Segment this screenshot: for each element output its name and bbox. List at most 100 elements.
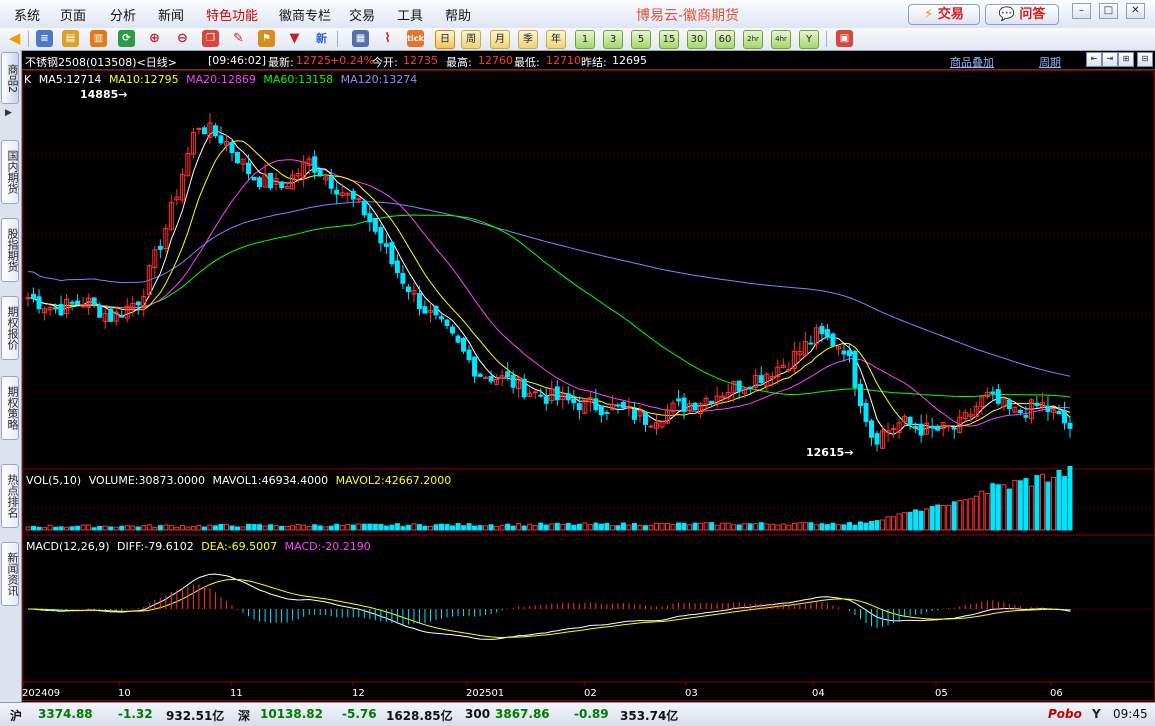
period-custom[interactable]: Y — [799, 30, 819, 49]
candle-body — [229, 142, 235, 154]
menu-features[interactable]: 特色功能 — [206, 5, 258, 24]
tab-commodity[interactable]: 商品2 — [1, 52, 19, 104]
volume-bar — [979, 490, 985, 531]
tab-option-quotes[interactable]: 期权报价 — [1, 296, 19, 360]
layers-icon[interactable]: ≡ — [36, 30, 53, 47]
tab-hot-ranking[interactable]: 热点排名 — [1, 464, 19, 528]
menu-help[interactable]: 帮助 — [445, 5, 471, 24]
volume-bar — [1012, 479, 1018, 531]
tab-domestic-futures[interactable]: 国内期货 — [1, 140, 19, 204]
volume-bar — [422, 525, 428, 531]
period-quarter[interactable]: 季 — [518, 30, 538, 49]
volume-bar — [995, 484, 1001, 531]
ask-button[interactable]: 💬 问答 — [985, 4, 1059, 25]
tick-icon[interactable]: tick — [407, 30, 424, 47]
layout-icon[interactable]: ▣ — [836, 30, 853, 47]
pan-right-button[interactable]: ⇥ — [1102, 52, 1118, 67]
volume-bar — [69, 526, 75, 531]
ask-button-label: 问答 — [1019, 7, 1046, 22]
zoom-in-icon[interactable]: ⊕ — [146, 30, 163, 47]
period-15min[interactable]: 15 — [659, 30, 679, 49]
menu-trade[interactable]: 交易 — [349, 5, 375, 24]
refresh-icon[interactable]: ⟳ — [118, 30, 135, 47]
volume-bar — [185, 526, 191, 531]
period-3min[interactable]: 3 — [603, 30, 623, 49]
volume-bar — [483, 525, 489, 531]
menu-news[interactable]: 新闻 — [158, 5, 184, 24]
candle-body — [709, 400, 715, 404]
period-week[interactable]: 周 — [461, 30, 481, 49]
volume-bar — [615, 525, 621, 531]
period-5min[interactable]: 5 — [631, 30, 651, 49]
pan-left-button[interactable]: ⇤ — [1086, 52, 1102, 67]
volume-bar — [929, 506, 935, 531]
maximize-button[interactable]: □ — [1099, 3, 1118, 19]
volume-bar — [902, 512, 908, 531]
sidebar-arrow-icon[interactable]: ▶ — [5, 108, 12, 118]
menu-system[interactable]: 系统 — [14, 5, 40, 24]
volume-bar — [731, 524, 737, 531]
minimize-button[interactable]: – — [1072, 3, 1091, 19]
menu-tools[interactable]: 工具 — [397, 5, 423, 24]
trade-button[interactable]: ⚡ 交易 — [908, 4, 980, 25]
volume-bar — [1050, 476, 1056, 531]
volume-bar — [257, 524, 263, 531]
menu-analysis[interactable]: 分析 — [110, 5, 136, 24]
volume-bar — [891, 516, 897, 531]
zoom-out-button[interactable]: ⊟ — [1137, 52, 1153, 67]
period-30min[interactable]: 30 — [687, 30, 707, 49]
candle-body — [598, 405, 604, 416]
menu-huishang-column[interactable]: 徽商专栏 — [279, 5, 331, 24]
table-icon[interactable]: ▦ — [352, 30, 369, 47]
period-2hr[interactable]: 2hr — [743, 30, 763, 49]
new-icon[interactable]: 新 — [313, 30, 330, 47]
volume-bar — [659, 522, 665, 531]
volume-bar — [367, 523, 373, 531]
tab-news[interactable]: 新闻资讯 — [1, 542, 19, 606]
prev-settle-label: 昨结: — [581, 56, 607, 69]
back-arrow-icon[interactable]: ◀ — [6, 30, 23, 47]
toolbar: ◀ ≡ ▤ ▥ ⟳ ⊕ ⊖ ❐ ✎ ⚑ ▼ 新 ▦ ⌇ tick 日 周 月 季… — [0, 28, 1155, 51]
sh-change: -1.32 — [118, 707, 153, 721]
legend-mavol1: MAVOL1:46934.4000 — [212, 474, 329, 487]
volume-bar — [190, 526, 196, 531]
candle-body — [830, 333, 836, 347]
tab-index-futures[interactable]: 股指期货 — [1, 218, 19, 282]
period-60min[interactable]: 60 — [715, 30, 735, 49]
chart-type-icon[interactable]: ▥ — [90, 30, 107, 47]
volume-bar — [703, 522, 709, 531]
candle-body — [841, 350, 847, 355]
volume-bar — [356, 523, 362, 531]
period-link[interactable]: 周期 — [1039, 54, 1061, 70]
menu-page[interactable]: 页面 — [60, 5, 86, 24]
period-day[interactable]: 日 — [435, 30, 455, 49]
kline-chart[interactable]: 14885→ 12615→ 202409 10 11 12 202501 02 03 04 05 06 — [22, 70, 1155, 702]
volume-bar — [196, 524, 202, 531]
sh-index: 3374.88 — [38, 707, 93, 721]
tick-chart-icon[interactable]: ⌇ — [379, 30, 396, 47]
draw-line-icon[interactable]: ✎ — [230, 30, 247, 47]
indicator-icon[interactable]: ⚑ — [258, 30, 275, 47]
zoom-in-button[interactable]: ⊞ — [1118, 52, 1134, 67]
candle-body — [389, 241, 395, 265]
volume-bar — [714, 524, 720, 531]
clock: 09:45 — [1113, 707, 1148, 721]
volume-bar — [593, 522, 599, 531]
filter-icon[interactable]: ▼ — [286, 30, 303, 47]
sz-amount: 1628.85亿 — [386, 709, 453, 723]
period-year[interactable]: 年 — [546, 30, 566, 49]
zoom-out-icon[interactable]: ⊖ — [174, 30, 191, 47]
candle-body — [334, 189, 340, 195]
period-4hr[interactable]: 4hr — [771, 30, 791, 49]
period-month[interactable]: 月 — [490, 30, 510, 49]
tab-option-strategy[interactable]: 期权策略 — [1, 376, 19, 440]
volume-bar — [223, 524, 229, 531]
candle-body — [356, 198, 362, 201]
period-1min[interactable]: 1 — [575, 30, 595, 49]
volume-bar — [687, 524, 693, 531]
candle-body — [466, 349, 472, 361]
windows-icon[interactable]: ❐ — [202, 30, 219, 47]
overlay-link[interactable]: 商品叠加 — [950, 54, 994, 70]
close-button[interactable]: ✕ — [1126, 3, 1145, 19]
database-icon[interactable]: ▤ — [62, 30, 79, 47]
